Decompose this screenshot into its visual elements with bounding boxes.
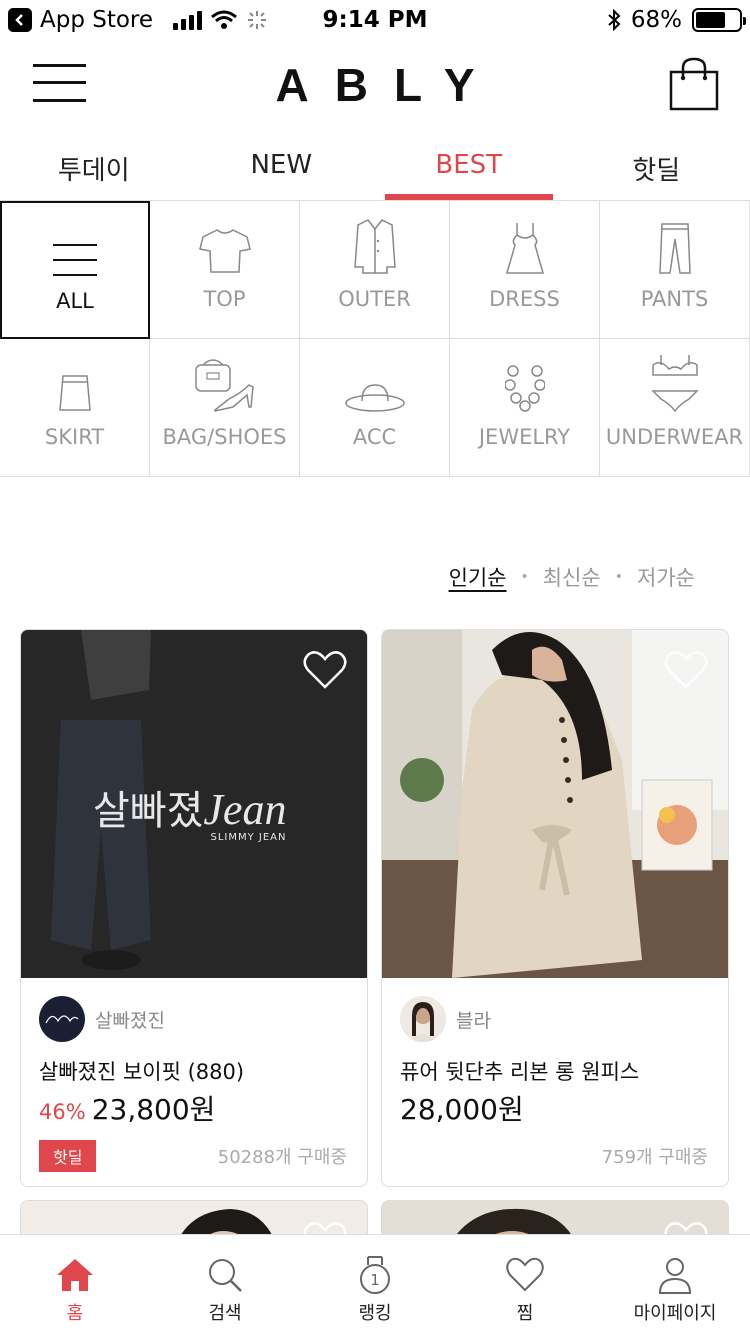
category-bag-shoes[interactable]: BAG/SHOES [150,339,300,477]
shop-name[interactable]: 살빠졌진 [95,1006,165,1033]
sort-popular[interactable]: 인기순 [449,562,507,592]
battery-icon [692,8,746,32]
category-label: TOP [203,287,246,311]
nav-label: 랭킹 [358,1303,392,1324]
nav-label: 검색 [208,1303,242,1324]
nav-home[interactable]: 홈 [0,1235,150,1334]
wishlist-heart-icon[interactable] [664,650,708,690]
category-acc[interactable]: ACC [300,339,450,477]
nav-mypage[interactable]: 마이페이지 [600,1235,750,1334]
product-image[interactable] [382,630,728,978]
product-image[interactable]: 살빠졌Jean SLIMMY JEAN [21,630,367,978]
category-label: UNDERWEAR [605,425,744,449]
category-label: OUTER [338,287,411,311]
sort-newest[interactable]: 최신순 [543,562,601,592]
category-outer[interactable]: OUTER [300,201,450,339]
category-label: JEWELRY [478,425,571,449]
nav-label: 홈 [66,1303,84,1324]
ranking-medal-icon: 1 [360,1256,390,1294]
list-icon [53,244,97,276]
sort-options: 인기순 • 최신순 • 저가순 [449,562,695,592]
product-card[interactable]: 블라 퓨어 뒷단추 리본 롱 원피스 28,000원 759개 구매중 [381,629,729,1187]
app-header: ABLY [0,44,750,130]
coat-icon [353,219,396,274]
sort-lowest-price[interactable]: 저가순 [637,562,695,592]
sort-separator: • [614,569,624,585]
underwear-icon [650,355,699,413]
shop-avatar[interactable] [39,996,85,1042]
nav-wishlist[interactable]: 찜 [450,1235,600,1334]
category-top[interactable]: TOP [150,201,300,339]
category-pants[interactable]: PANTS [600,201,750,339]
nav-ranking[interactable]: 1 랭킹 [300,1235,450,1334]
category-all[interactable]: ALL [0,201,150,339]
wishlist-heart-icon[interactable] [303,650,347,690]
brand-overlay: 살빠졌Jean SLIMMY JEAN [93,778,287,843]
tab-new[interactable]: NEW [188,130,376,200]
product-name[interactable]: 살빠졌진 보이핏 (880) [39,1056,244,1086]
heart-icon [506,1257,544,1292]
hat-icon [344,384,405,412]
purchase-count: 759개 구매중 [601,1147,708,1168]
category-label: ALL [56,289,94,313]
app-logo[interactable]: ABLY [0,58,750,112]
product-price: 46% 23,800원 [39,1088,215,1128]
category-label: ACC [352,425,397,449]
tab-today[interactable]: 투데이 [0,130,188,200]
hotdeal-badge: 핫딜 [39,1140,97,1172]
category-label: BAG/SHOES [162,425,287,449]
search-icon [209,1259,242,1292]
nav-label: 마이페이지 [633,1303,717,1324]
skirt-icon [58,375,91,411]
tab-hotdeal[interactable]: 핫딜 [563,130,750,200]
bottom-navigation: 홈 검색 1 랭킹 찜 마이페이지 [0,1234,750,1334]
category-label: PANTS [640,287,709,311]
shop-name[interactable]: 블라 [456,1006,491,1033]
dress-icon [505,223,544,274]
category-jewelry[interactable]: JEWELRY [450,339,600,477]
purchase-count: 50288개 구매중 [217,1147,347,1168]
product-name[interactable]: 퓨어 뒷단추 리본 롱 원피스 [400,1056,639,1086]
sort-separator: • [520,569,529,585]
brand-overlay-sub: SLIMMY JEAN [210,832,287,843]
person-icon [658,1258,692,1294]
bluetooth-icon [608,9,621,31]
brand-overlay-main: 살빠졌 [93,788,204,834]
category-grid: ALL TOP OUTER DRESS PANTS SKIRT BAG/SHOE… [0,200,750,477]
price-value: 28,000원 [400,1093,524,1126]
category-dress[interactable]: DRESS [450,201,600,339]
pants-icon [658,223,691,274]
main-tabs: 투데이 NEW BEST 핫딜 [0,130,750,200]
home-icon [57,1259,93,1291]
product-price: 28,000원 [400,1088,524,1128]
discount-rate: 46% [39,1100,86,1124]
product-card[interactable]: 살빠졌Jean SLIMMY JEAN 살빠졌진 살빠졌진 보이핏 (880) … [20,629,368,1187]
battery-percent: 68% [630,7,682,33]
necklace-icon [504,365,545,412]
svg-text:1: 1 [370,1271,380,1289]
shop-info[interactable]: 살빠졌진 [39,996,165,1042]
category-label: DRESS [489,287,560,311]
shopping-bag-icon[interactable] [668,56,720,112]
nav-search[interactable]: 검색 [150,1235,300,1334]
category-skirt[interactable]: SKIRT [0,339,150,477]
category-underwear[interactable]: UNDERWEAR [600,339,750,477]
shop-info[interactable]: 블라 [400,996,491,1042]
tab-best[interactable]: BEST [375,130,563,200]
shop-avatar[interactable] [400,996,446,1042]
status-bar: App Store 9:14 PM 68% [0,0,750,44]
price-value: 23,800원 [91,1093,216,1126]
bag-shoes-icon [194,359,254,412]
category-label: SKIRT [44,425,105,449]
nav-label: 찜 [516,1303,534,1324]
brand-overlay-script: Jean [203,785,287,834]
tshirt-icon [198,229,251,273]
